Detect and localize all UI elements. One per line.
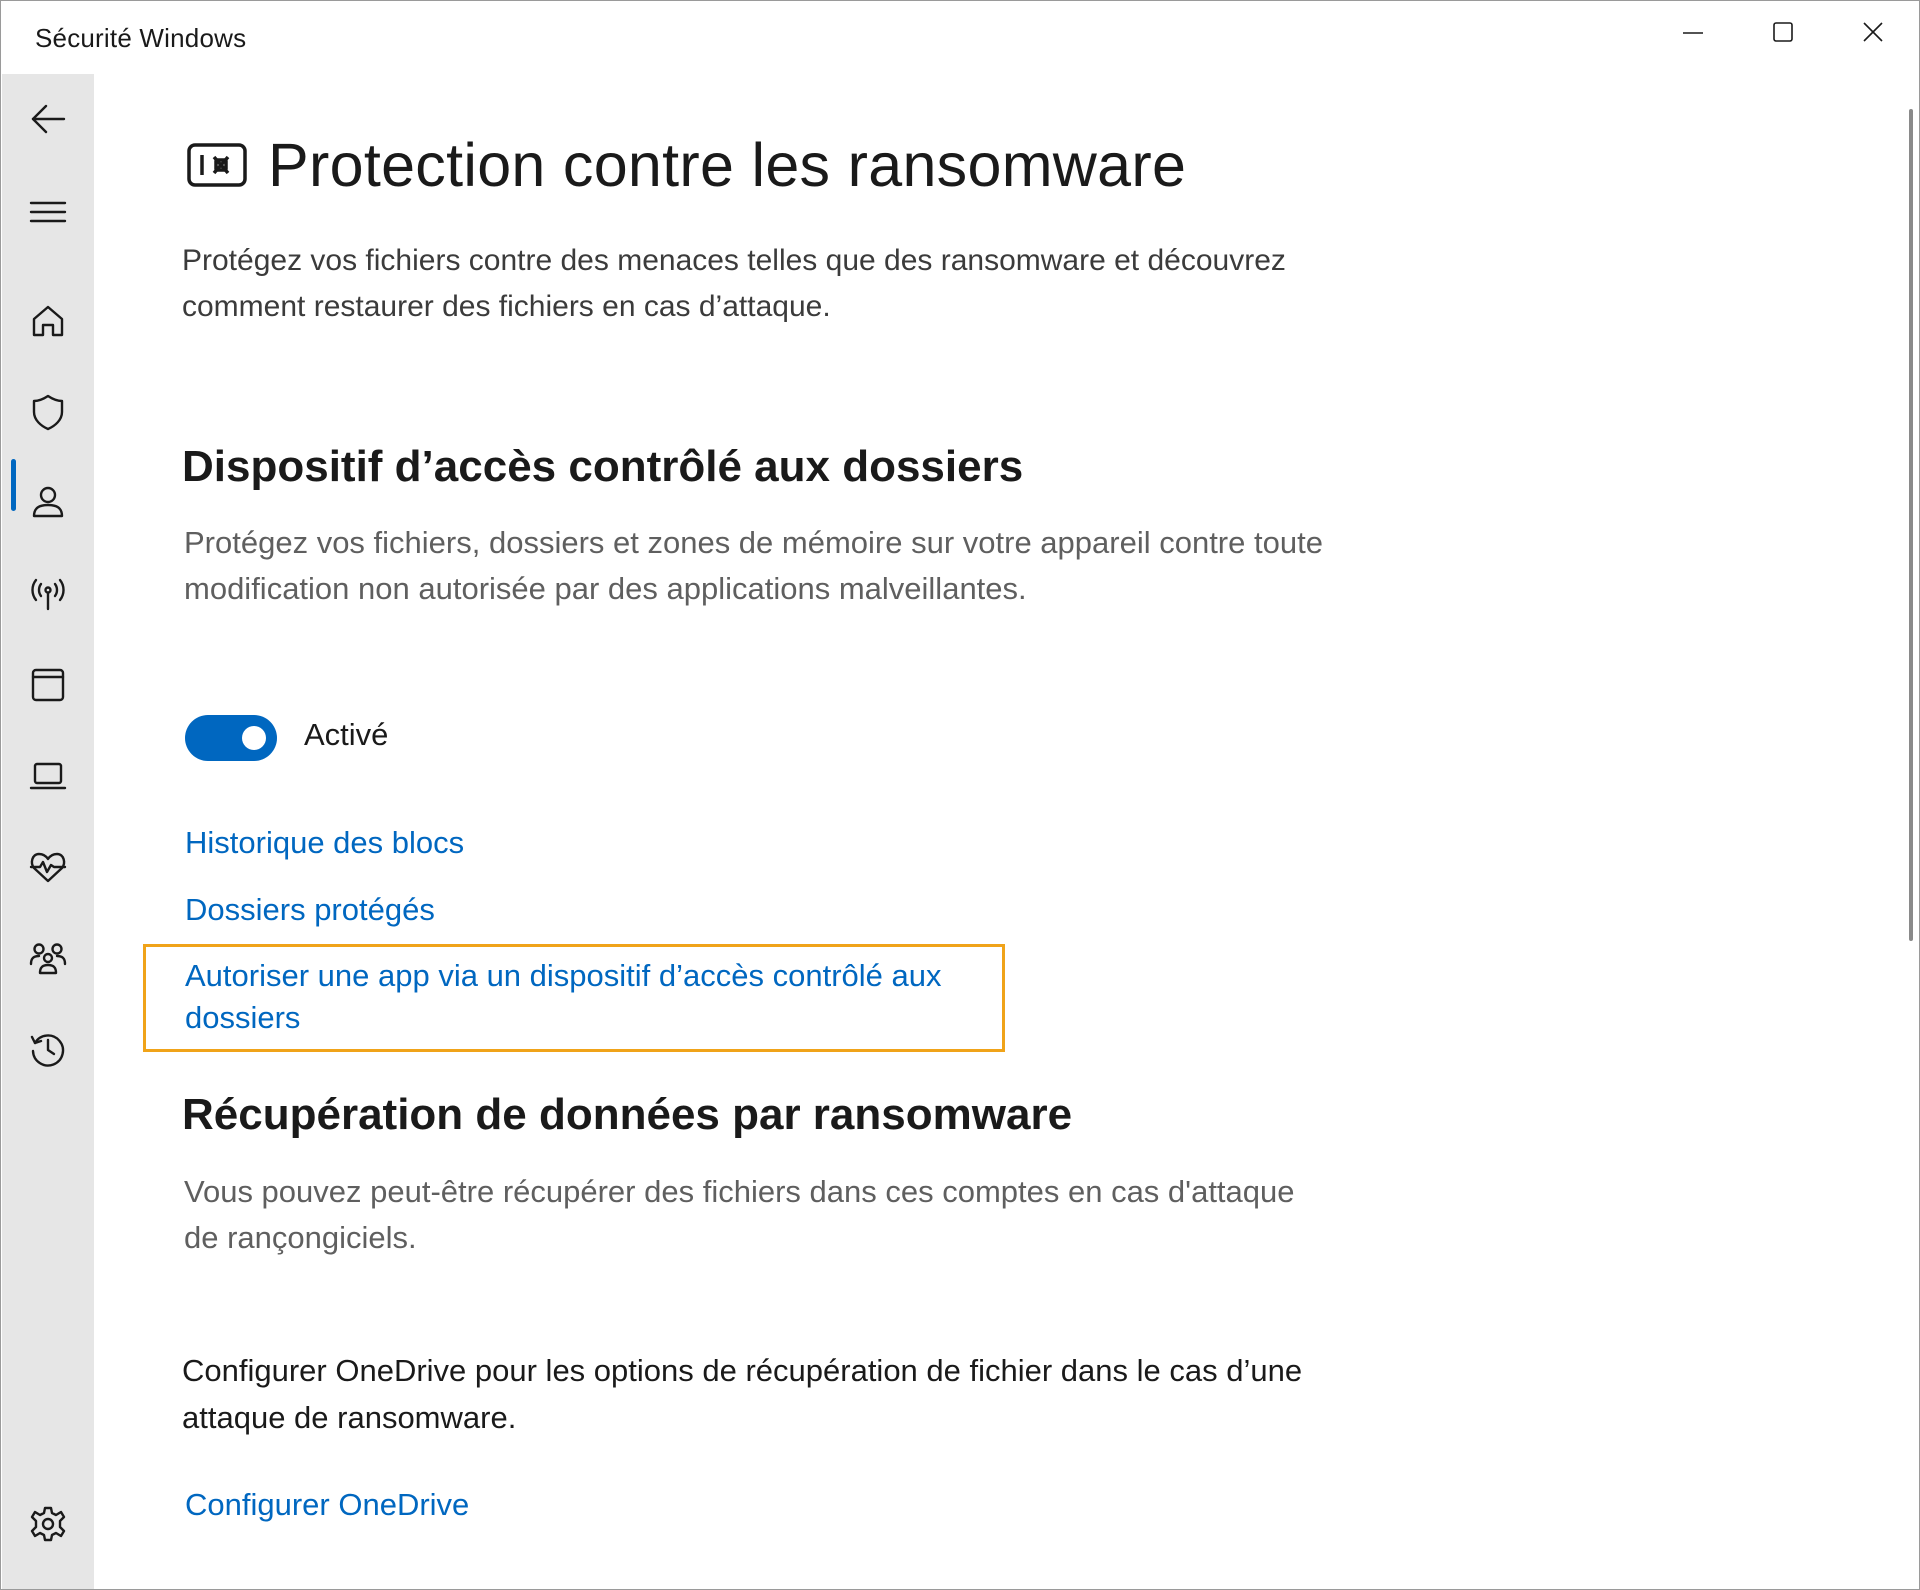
sidebar-item-home[interactable] [2,286,94,356]
page-intro: Protégez vos fichiers contre des menaces… [182,244,1286,323]
close-icon [1863,22,1883,42]
configure-onedrive-link[interactable]: Configurer OneDrive [185,1484,469,1526]
sidebar-item-firewall[interactable] [2,559,94,629]
home-icon [32,305,64,337]
allow-app-link[interactable]: Autoriser une app via un dispositif d’ac… [185,955,1005,1039]
main-content: Protection contre les ransomware Protége… [94,74,1894,1589]
title-bar: Sécurité Windows [1,1,1919,74]
family-icon [29,943,67,975]
heart-pulse-icon [29,852,67,883]
sidebar-item-account-protection[interactable] [2,468,94,538]
recovery-description: Vous pouvez peut-être récupérer des fich… [184,1174,1295,1255]
sidebar-item-settings[interactable] [2,1489,94,1559]
sidebar-item-app-browser[interactable] [2,650,94,720]
shield-icon [32,394,64,431]
maximize-button[interactable] [1739,1,1827,63]
minimize-button[interactable] [1649,1,1737,63]
sidebar-item-family[interactable] [2,923,94,993]
close-button[interactable] [1829,1,1917,63]
history-icon [30,1034,65,1067]
app-title: Sécurité Windows [35,23,247,53]
protected-folders-link[interactable]: Dossiers protégés [185,889,435,931]
sidebar-item-performance[interactable] [2,832,94,902]
recovery-section-title: Récupération de données par ransomware [182,1090,1073,1139]
gear-icon [30,1506,66,1542]
maximize-icon [1773,22,1793,42]
onedrive-info-text: Configurer OneDrive pour les options de … [182,1353,1303,1435]
menu-button[interactable] [2,177,94,247]
back-button[interactable] [2,84,94,154]
minimize-icon [1683,32,1703,34]
cfa-description: Protégez vos fichiers, dossiers et zones… [184,525,1323,606]
app-window-icon [31,668,65,702]
block-history-link[interactable]: Historique des blocs [185,822,464,864]
toggle-knob [242,726,266,750]
back-arrow-icon [31,104,66,134]
laptop-icon [29,762,67,790]
sidebar-item-device-security[interactable] [2,741,94,811]
app-window: Sécurité Windows Protection contre les r… [0,0,1920,1590]
sidebar [2,74,94,1589]
cfa-section-title: Dispositif d’accès contrôlé aux dossiers [182,442,1024,491]
wireless-antenna-icon [31,578,65,611]
sidebar-item-virus-protection[interactable] [2,377,94,447]
cfa-toggle-label: Activé [304,717,389,752]
cfa-toggle[interactable] [185,715,277,761]
person-icon [32,486,64,518]
sidebar-item-history[interactable] [2,1014,94,1084]
page-title: Protection contre les ransomware [268,131,1187,199]
ransomware-safe-icon [187,143,247,187]
scrollbar[interactable] [1909,109,1913,941]
hamburger-menu-icon [29,201,67,223]
